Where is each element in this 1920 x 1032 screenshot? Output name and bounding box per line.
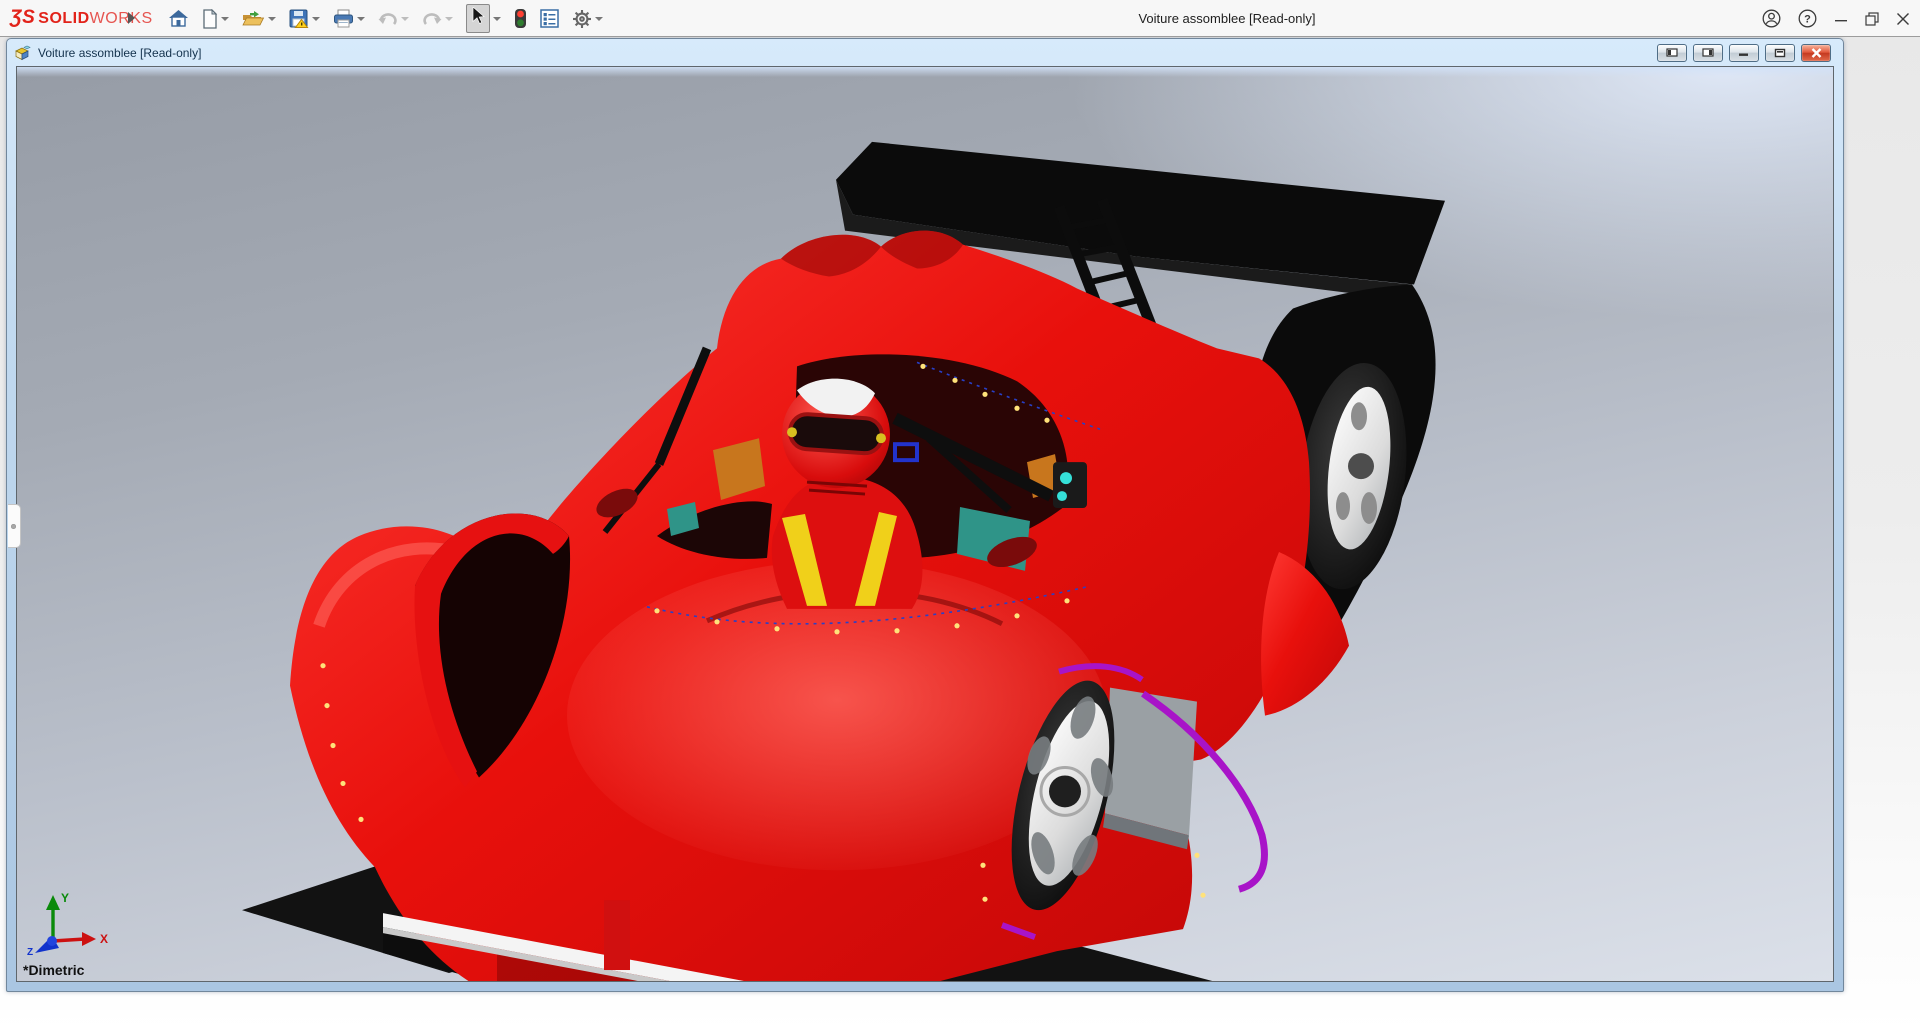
rebuild-button[interactable] bbox=[512, 6, 529, 31]
doc-close-icon bbox=[1811, 48, 1822, 58]
open-button[interactable] bbox=[240, 8, 278, 29]
document-window-controls bbox=[1657, 44, 1831, 62]
undo-button[interactable] bbox=[376, 9, 411, 29]
task-pane-button[interactable] bbox=[538, 7, 561, 30]
doc-restore-icon bbox=[1774, 48, 1786, 58]
new-document-icon bbox=[202, 9, 218, 29]
view-orientation-label: *Dimetric bbox=[23, 962, 84, 978]
assembly-document-icon bbox=[14, 45, 32, 61]
restore-icon[interactable] bbox=[1865, 12, 1879, 26]
save-dropdown[interactable] bbox=[312, 17, 320, 21]
helmet-visor bbox=[789, 413, 883, 454]
pane-right-icon bbox=[1702, 48, 1714, 57]
logo-flyout-arrow-icon[interactable] bbox=[128, 12, 135, 24]
save-icon bbox=[289, 9, 309, 28]
race-car-model[interactable] bbox=[17, 67, 1833, 981]
document-window: Voiture assomblee [Read-only] bbox=[6, 38, 1844, 992]
help-icon[interactable]: ? bbox=[1798, 9, 1817, 28]
reference-triad: Y X Z bbox=[25, 891, 117, 957]
new-document-button[interactable] bbox=[200, 7, 231, 31]
save-button[interactable] bbox=[287, 7, 322, 30]
open-dropdown[interactable] bbox=[268, 17, 276, 21]
z-axis-label: Z bbox=[27, 947, 33, 957]
print-button[interactable] bbox=[331, 7, 367, 30]
window-controls: ? bbox=[1762, 0, 1910, 37]
ds-mark: ƷS bbox=[10, 7, 35, 29]
redo-button[interactable] bbox=[420, 9, 455, 29]
document-title: Voiture assomblee [Read-only] bbox=[38, 46, 201, 60]
redo-icon bbox=[422, 11, 442, 27]
task-list-icon bbox=[540, 9, 559, 28]
doc-minimize-icon bbox=[1738, 48, 1750, 57]
minimize-icon[interactable] bbox=[1834, 12, 1848, 26]
close-icon[interactable] bbox=[1896, 12, 1910, 26]
select-tool[interactable] bbox=[464, 2, 503, 35]
cursor-icon bbox=[471, 7, 485, 25]
undo-dropdown[interactable] bbox=[401, 17, 409, 21]
open-folder-icon bbox=[242, 10, 265, 27]
pane-right-button[interactable] bbox=[1693, 44, 1723, 62]
app-window-title: Voiture assomblee [Read-only] bbox=[1062, 0, 1392, 37]
doc-close-button[interactable] bbox=[1801, 44, 1831, 62]
document-titlebar[interactable]: Voiture assomblee [Read-only] bbox=[7, 39, 1843, 66]
new-document-dropdown[interactable] bbox=[221, 17, 229, 21]
x-axis-label: X bbox=[100, 932, 108, 946]
select-dropdown[interactable] bbox=[493, 17, 501, 21]
svg-text:?: ? bbox=[1804, 14, 1811, 26]
x-axis-arrow bbox=[82, 932, 96, 946]
y-axis-arrow bbox=[46, 895, 60, 910]
redo-dropdown[interactable] bbox=[445, 17, 453, 21]
home-icon bbox=[168, 9, 189, 28]
gear-icon bbox=[572, 9, 592, 29]
graphics-viewport[interactable]: Y X Z *Dimetric bbox=[16, 66, 1834, 982]
options-button[interactable] bbox=[570, 7, 605, 31]
app-titlebar: ƷS SOLID WORKS bbox=[0, 0, 1920, 37]
pane-left-button[interactable] bbox=[1657, 44, 1687, 62]
print-dropdown[interactable] bbox=[357, 17, 365, 21]
undo-icon bbox=[378, 11, 398, 27]
stoplight-icon bbox=[514, 8, 527, 29]
feature-tree-splitter-tab[interactable] bbox=[8, 504, 21, 548]
print-icon bbox=[333, 9, 354, 28]
select-tool-active-box bbox=[466, 4, 490, 33]
options-dropdown[interactable] bbox=[595, 17, 603, 21]
quick-access-toolbar bbox=[166, 0, 605, 37]
account-icon[interactable] bbox=[1762, 9, 1781, 28]
y-axis-label: Y bbox=[61, 891, 69, 905]
doc-restore-button[interactable] bbox=[1765, 44, 1795, 62]
pane-left-icon bbox=[1666, 48, 1678, 57]
home-button[interactable] bbox=[166, 7, 191, 30]
doc-minimize-button[interactable] bbox=[1729, 44, 1759, 62]
